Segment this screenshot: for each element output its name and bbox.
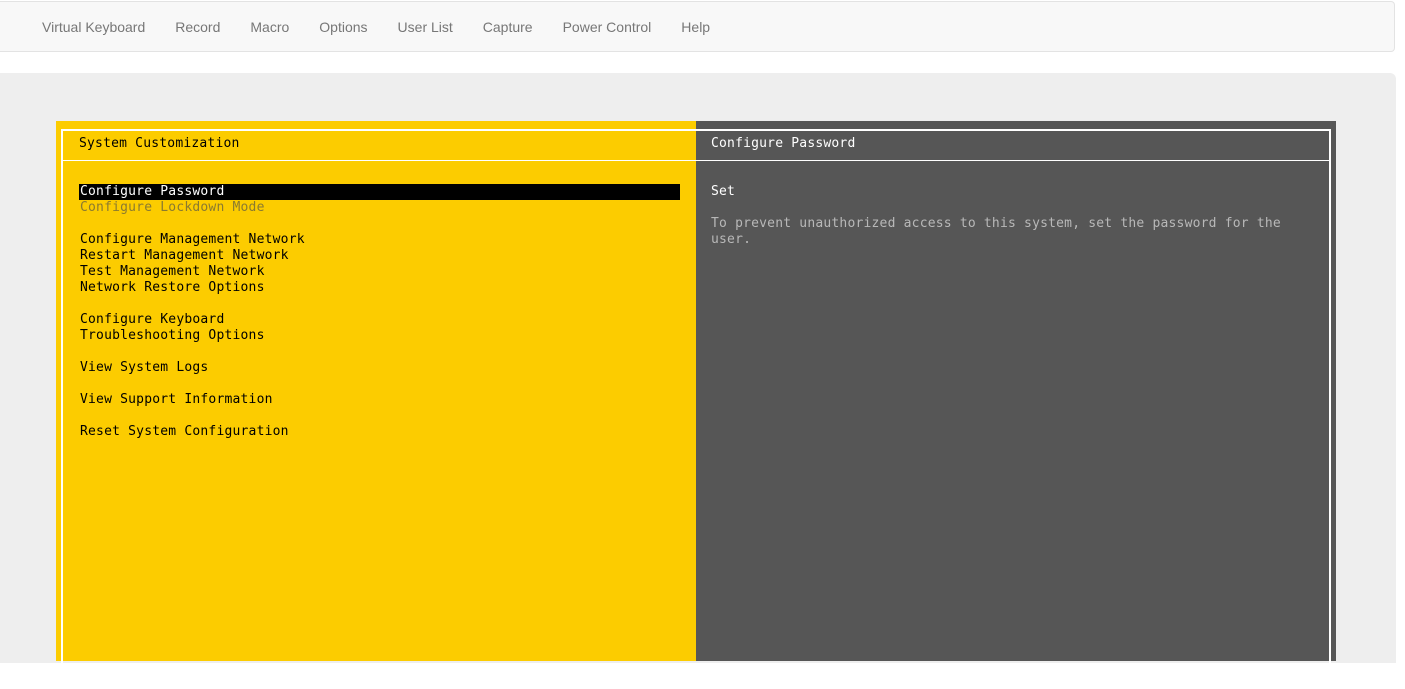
menu-spacer — [79, 376, 680, 392]
menu-item-reset-system-configuration[interactable]: Reset System Configuration — [79, 424, 680, 440]
menu-spacer — [79, 216, 680, 232]
top-navbar: Virtual Keyboard Record Macro Options User L… — [0, 1, 1395, 52]
menu-item-network-restore-options[interactable]: Network Restore Options — [79, 280, 680, 296]
menu-item-configure-management-network[interactable]: Configure Management Network — [79, 232, 680, 248]
right-title-divider — [696, 160, 1329, 161]
menu-item-configure-keyboard[interactable]: Configure Keyboard — [79, 312, 680, 328]
menu-spacer — [79, 408, 680, 424]
nav-virtual-keyboard[interactable]: Virtual Keyboard — [27, 2, 160, 53]
menu-item-troubleshooting-options[interactable]: Troubleshooting Options — [79, 328, 680, 344]
menu-item-view-system-logs[interactable]: View System Logs — [79, 360, 680, 376]
menu-item-test-management-network[interactable]: Test Management Network — [79, 264, 680, 280]
menu-item-view-support-information[interactable]: View Support Information — [79, 392, 680, 408]
menu-spacer — [79, 344, 680, 360]
dcui-console-screen[interactable]: System Customization Configure Password … — [56, 121, 1336, 689]
menu-item-configure-password[interactable]: Configure Password — [79, 184, 680, 200]
password-status: Set — [711, 184, 736, 199]
nav-power-control[interactable]: Power Control — [548, 2, 667, 53]
left-title-divider — [63, 160, 696, 161]
nav-user-list[interactable]: User List — [383, 2, 468, 53]
nav-menu: Virtual Keyboard Record Macro Options User L… — [27, 2, 725, 53]
detail-title: Configure Password — [711, 136, 856, 151]
menu-item-restart-management-network[interactable]: Restart Management Network — [79, 248, 680, 264]
nav-record[interactable]: Record — [160, 2, 235, 53]
password-description: To prevent unauthorized access to this s… — [711, 216, 1281, 247]
menu-spacer — [79, 296, 680, 312]
detail-pane — [696, 121, 1336, 661]
customization-menu: Configure Password Configure Lockdown Mod… — [79, 184, 680, 440]
system-customization-title: System Customization — [79, 136, 240, 151]
nav-capture[interactable]: Capture — [468, 2, 548, 53]
nav-macro[interactable]: Macro — [235, 2, 304, 53]
menu-item-configure-lockdown-mode[interactable]: Configure Lockdown Mode — [79, 200, 680, 216]
nav-help[interactable]: Help — [666, 2, 725, 53]
nav-options[interactable]: Options — [304, 2, 382, 53]
